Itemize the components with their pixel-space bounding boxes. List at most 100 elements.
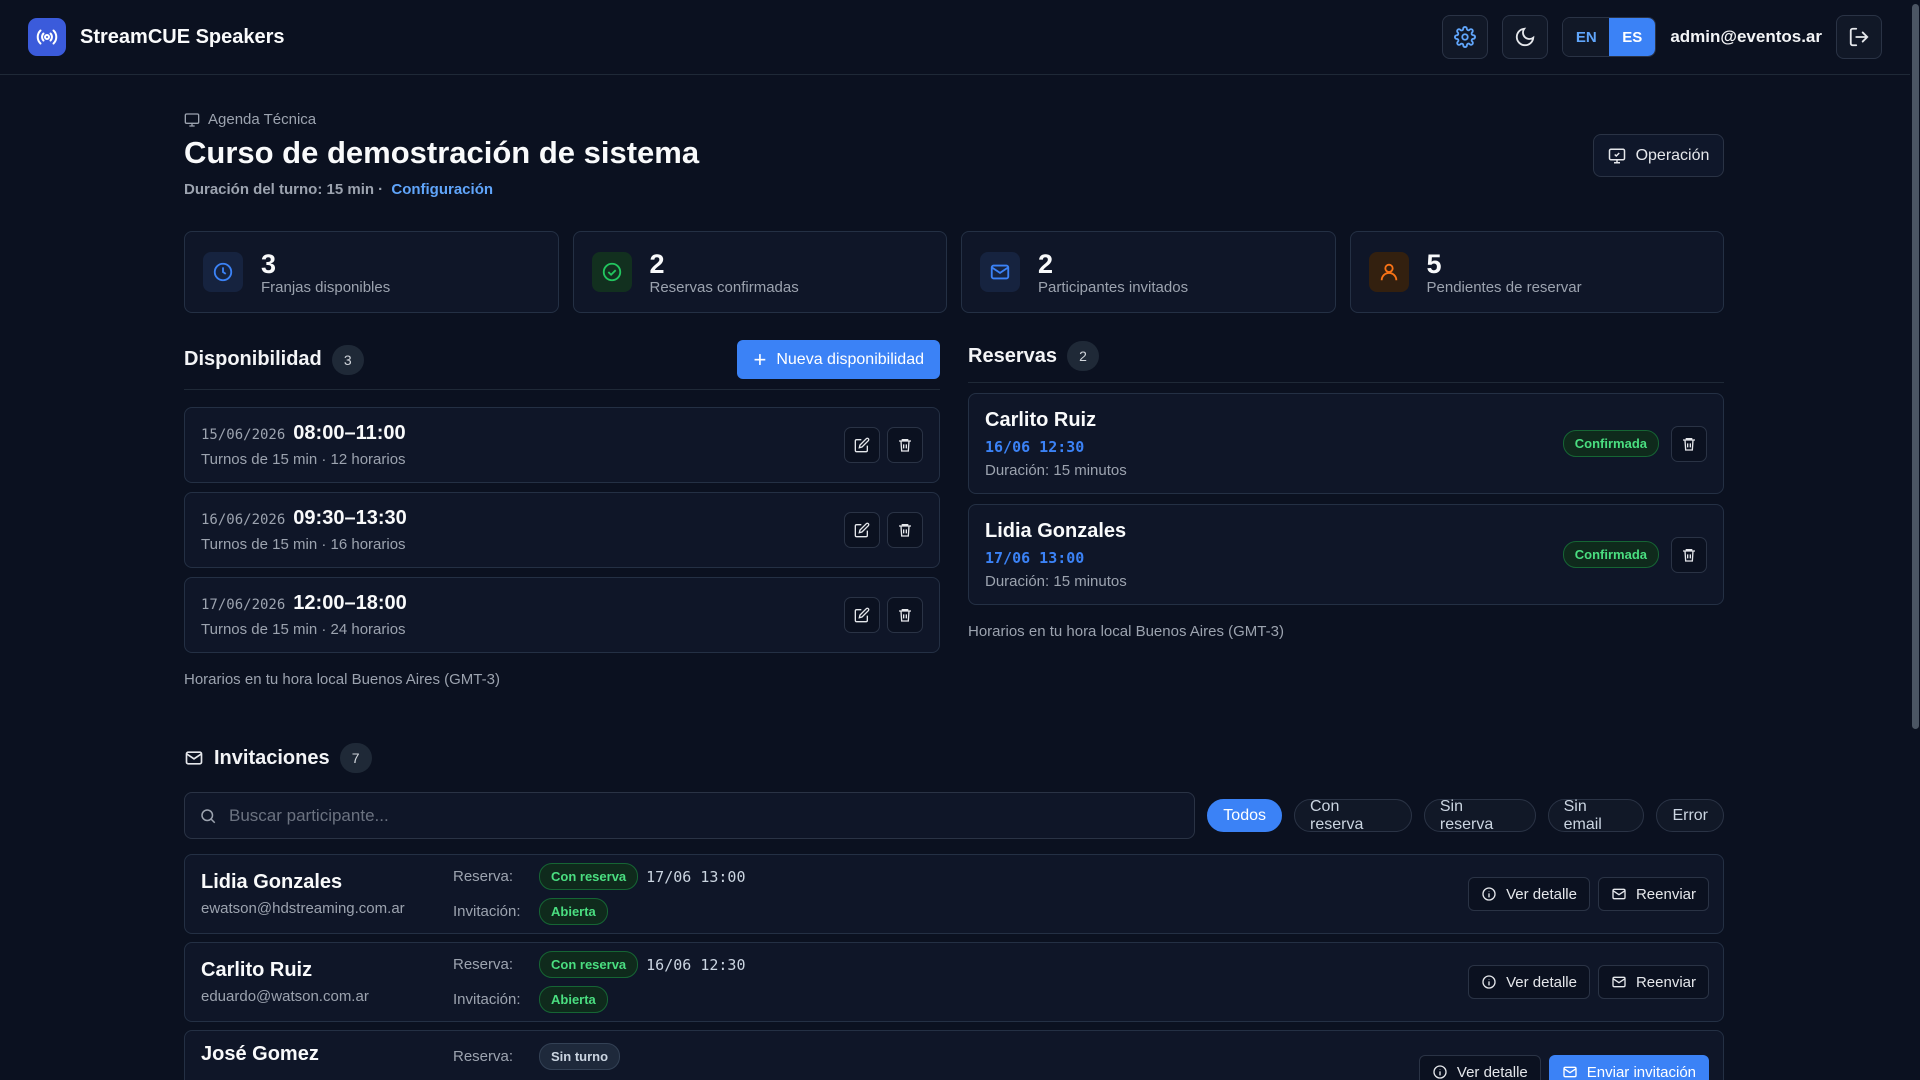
reservation-duration: Duración: 15 minutos [985, 461, 1127, 479]
stat-label: Pendientes de reservar [1426, 278, 1582, 296]
reservation-datetime: 16/06 12:30 [985, 437, 1085, 456]
reservation-badge: Con reserva [539, 863, 639, 890]
config-link[interactable]: Configuración [391, 181, 493, 198]
logout-button[interactable] [1836, 15, 1882, 59]
delete-button[interactable] [887, 597, 923, 633]
slot-list: 15/06/2026 08:00–11:00 Turnos de 15 min ·… [184, 407, 940, 653]
availability-title-text: Disponibilidad [184, 348, 322, 370]
participant-name: José Gomez [201, 1043, 319, 1065]
user-icon [1368, 252, 1409, 292]
search-input[interactable]: Buscar participante... [184, 792, 1196, 839]
availability-section: Disponibilidad 3 + Nueva disponibilidad … [184, 338, 940, 688]
check-circle-icon [591, 252, 632, 292]
trash-icon [899, 524, 911, 537]
mail-icon [185, 751, 203, 765]
logout-icon [1849, 27, 1869, 47]
new-availability-label: Nueva disponibilidad [776, 350, 924, 368]
send-invitation-button[interactable]: Enviar invitación [1548, 1055, 1709, 1080]
filter-without-reservation[interactable]: Sin reserva [1423, 798, 1536, 833]
invitations-count: 7 [339, 743, 372, 773]
stats-row: 3 Franjas disponibles 2 Reservas confirmad… [184, 231, 1724, 313]
plus-icon: + [753, 346, 767, 372]
language-switch: EN ES [1562, 17, 1657, 57]
edit-button[interactable] [844, 427, 880, 463]
invitation-badge: Abierta [539, 986, 608, 1013]
edit-icon [854, 607, 870, 623]
filter-no-email[interactable]: Sin email [1547, 798, 1645, 833]
new-availability-button[interactable]: + Nueva disponibilidad [737, 340, 940, 379]
stat-value: 2 [649, 248, 665, 279]
reservation-datetime: 17/06 13:00 [646, 867, 746, 886]
delete-button[interactable] [887, 427, 923, 463]
resend-button[interactable]: Reenviar [1597, 877, 1709, 911]
mail-icon [1563, 1066, 1577, 1078]
reservation-name: Carlito Ruiz [985, 408, 1097, 431]
filter-all[interactable]: Todos [1207, 799, 1282, 832]
gear-icon [1454, 26, 1477, 48]
reservation-name: Lidia Gonzales [985, 519, 1127, 542]
stat-label: Franjas disponibles [261, 278, 391, 296]
availability-slot: 16/06/2026 09:30–13:30 Turnos de 15 min ·… [184, 492, 940, 568]
brand[interactable]: StreamCUE Speakers [28, 18, 285, 56]
edit-icon [854, 437, 870, 453]
mail-icon [1612, 888, 1626, 900]
invitation-row: Lidia Gonzales ewatson@hdstreaming.com.a… [184, 854, 1724, 934]
invitation-row: Carlito Ruiz eduardo@watson.com.ar Reser… [184, 942, 1724, 1022]
resend-button[interactable]: Reenviar [1597, 965, 1709, 999]
info-icon [1482, 975, 1496, 989]
search-placeholder: Buscar participante... [229, 805, 389, 825]
scrollbar-thumb[interactable] [1912, 4, 1919, 729]
view-detail-button[interactable]: Ver detalle [1468, 965, 1590, 999]
slot-date: 15/06/2026 [201, 427, 286, 443]
monitor-icon [184, 112, 200, 127]
slot-meta: Turnos de 15 min · 12 horarios [201, 451, 406, 468]
stat-card: 3 Franjas disponibles [184, 231, 559, 313]
settings-button[interactable] [1442, 15, 1489, 59]
info-icon [1482, 887, 1496, 901]
slot-time: 08:00–11:00 [293, 422, 406, 444]
invitation-badge: Abierta [539, 898, 608, 925]
lang-en-button[interactable]: EN [1563, 18, 1610, 56]
reservation-datetime: 17/06 13:00 [985, 548, 1085, 567]
info-icon [1433, 1065, 1447, 1079]
mail-icon [980, 252, 1020, 292]
moon-icon [1516, 27, 1535, 47]
scrollbar[interactable] [1910, 0, 1920, 1080]
stat-card: 5 Pendientes de reservar [1349, 231, 1724, 313]
invitations-title: Invitaciones 7 [214, 743, 372, 773]
view-detail-button[interactable]: Ver detalle [1418, 1055, 1541, 1080]
send-invitation-label: Enviar invitación [1586, 1063, 1696, 1080]
view-detail-label: Ver detalle [1506, 885, 1577, 903]
delete-button[interactable] [1671, 536, 1707, 573]
slot-date: 17/06/2026 [201, 597, 286, 613]
trash-icon [1683, 437, 1695, 451]
reservations-title-text: Reservas [968, 344, 1057, 367]
filter-with-reservation[interactable]: Con reserva [1294, 798, 1412, 833]
operation-label: Operación [1635, 146, 1710, 164]
invitation-list: Lidia Gonzales ewatson@hdstreaming.com.a… [184, 854, 1724, 1080]
filter-error[interactable]: Error [1656, 799, 1725, 832]
slot-meta: Turnos de 15 min · 16 horarios [201, 536, 406, 553]
user-email: admin@eventos.ar [1670, 27, 1822, 46]
reservations-section: Reservas 2 Carlito Ruiz 16/06 12:30 Dura… [968, 338, 1724, 640]
invitation-filters: Buscar participante... Todos Con reserva… [184, 792, 1725, 839]
view-detail-label: Ver detalle [1456, 1063, 1528, 1080]
reservation-card: Carlito Ruiz 16/06 12:30 Duración: 15 mi… [968, 393, 1724, 494]
delete-button[interactable] [887, 512, 923, 548]
operation-button[interactable]: Operación [1593, 134, 1724, 177]
edit-button[interactable] [844, 512, 880, 548]
clock-icon [203, 252, 243, 292]
theme-toggle-button[interactable] [1502, 15, 1549, 59]
slot-date: 16/06/2026 [201, 512, 286, 528]
reservation-duration: Duración: 15 minutos [985, 572, 1127, 590]
participant-email: ewatson@hdstreaming.com.ar [201, 900, 405, 917]
view-detail-button[interactable]: Ver detalle [1468, 877, 1590, 911]
stat-value: 5 [1426, 248, 1442, 279]
edit-button[interactable] [844, 597, 880, 633]
delete-button[interactable] [1671, 425, 1707, 462]
stat-card: 2 Reservas confirmadas [572, 231, 947, 313]
page-title: Curso de demostración de sistema [184, 135, 700, 170]
slot-time: 12:00–18:00 [293, 592, 407, 614]
invitacion-label: Invitación: [453, 903, 521, 920]
lang-es-button[interactable]: ES [1609, 18, 1656, 56]
